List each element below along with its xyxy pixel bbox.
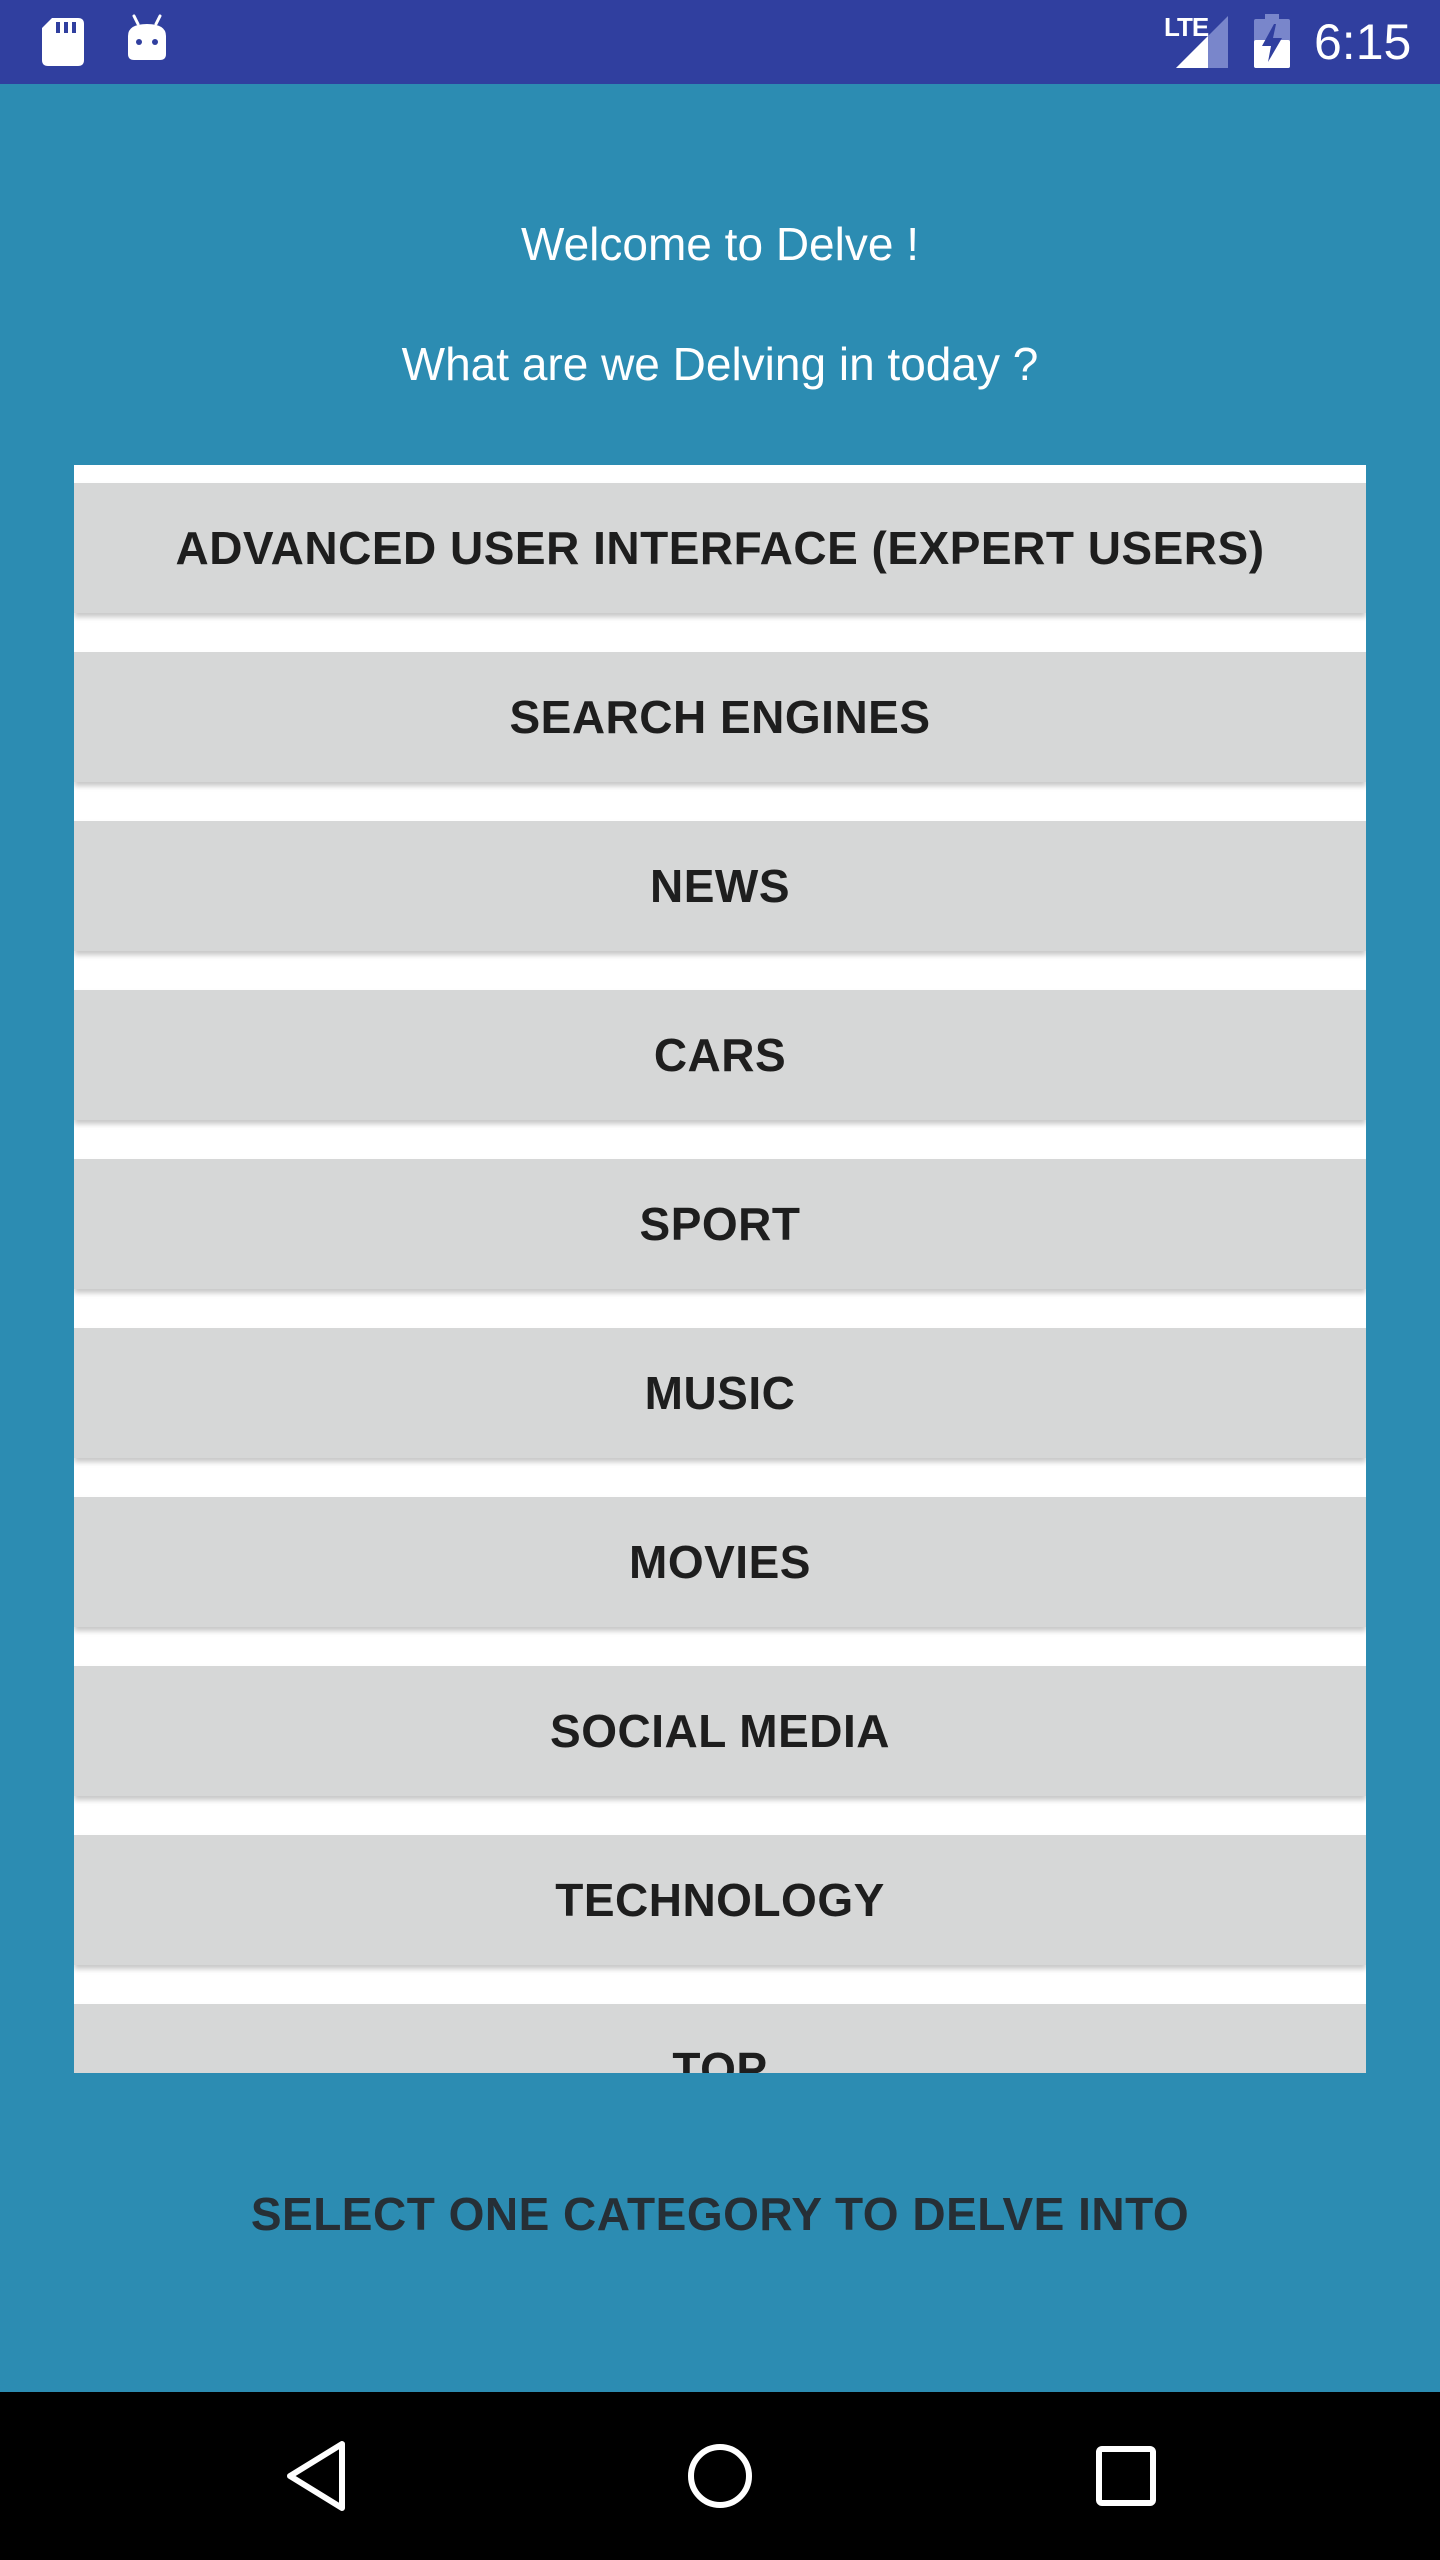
status-bar: LTE 6:15 xyxy=(0,0,1440,84)
question-subheading: What are we Delving in today ? xyxy=(401,338,1039,390)
recents-icon[interactable] xyxy=(1090,2436,1162,2516)
category-button-top[interactable]: TOP xyxy=(74,2004,1366,2073)
category-button-sport[interactable]: SPORT xyxy=(74,1159,1366,1289)
clock: 6:15 xyxy=(1314,14,1412,70)
category-button-cars[interactable]: CARS xyxy=(74,990,1366,1120)
back-icon[interactable] xyxy=(282,2436,350,2516)
category-button-news[interactable]: NEWS xyxy=(74,821,1366,951)
category-button-technology[interactable]: TECHNOLOGY xyxy=(74,1835,1366,1965)
home-icon[interactable] xyxy=(684,2436,756,2516)
category-list[interactable]: ADVANCED USER INTERFACE (EXPERT USERS) S… xyxy=(74,465,1366,2073)
category-button-social-media[interactable]: SOCIAL MEDIA xyxy=(74,1666,1366,1796)
category-button-search-engines[interactable]: SEARCH ENGINES xyxy=(74,652,1366,782)
android-debug-icon xyxy=(128,14,166,60)
category-button-advanced-ui[interactable]: ADVANCED USER INTERFACE (EXPERT USERS) xyxy=(74,483,1366,613)
battery-charging-icon xyxy=(1254,14,1290,68)
navigation-bar xyxy=(0,2392,1440,2560)
signal-icon xyxy=(1176,16,1228,68)
category-button-music[interactable]: MUSIC xyxy=(74,1328,1366,1458)
select-category-instruction: SELECT ONE CATEGORY TO DELVE INTO xyxy=(250,2188,1190,2240)
sd-card-icon xyxy=(42,18,84,66)
category-button-movies[interactable]: MOVIES xyxy=(74,1497,1366,1627)
welcome-heading: Welcome to Delve ! xyxy=(521,218,919,270)
